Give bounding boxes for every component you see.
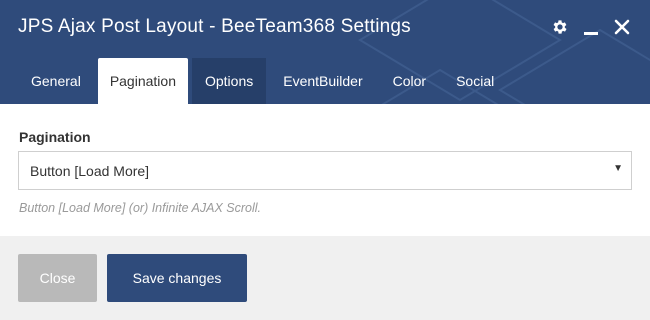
- dialog-title: JPS Ajax Post Layout - BeeTeam368 Settin…: [18, 16, 411, 37]
- close-button[interactable]: Close: [18, 254, 97, 302]
- dialog-footer: Close Save changes: [0, 236, 650, 320]
- caret-down-icon: ▼: [613, 163, 623, 174]
- pagination-help-text: Button [Load More] (or) Infinite AJAX Sc…: [19, 201, 262, 215]
- save-changes-button[interactable]: Save changes: [107, 254, 247, 302]
- minimize-icon[interactable]: [581, 16, 601, 38]
- pagination-label: Pagination: [19, 129, 91, 145]
- pagination-select[interactable]: Button [Load More] ▼: [18, 151, 632, 190]
- tab-eventbuilder[interactable]: EventBuilder: [270, 58, 375, 104]
- tab-content: Pagination Button [Load More] ▼ Button […: [0, 104, 650, 236]
- tab-general[interactable]: General: [18, 58, 94, 104]
- dialog-header: JPS Ajax Post Layout - BeeTeam368 Settin…: [0, 0, 650, 104]
- tab-social[interactable]: Social: [443, 58, 507, 104]
- settings-tabs: General Pagination Options EventBuilder …: [18, 58, 507, 104]
- tab-pagination[interactable]: Pagination: [97, 58, 188, 104]
- close-icon[interactable]: [612, 16, 632, 38]
- pagination-select-value: Button [Load More]: [30, 163, 150, 179]
- gear-icon[interactable]: [550, 16, 570, 38]
- tab-color[interactable]: Color: [380, 58, 439, 104]
- tab-options[interactable]: Options: [191, 58, 267, 104]
